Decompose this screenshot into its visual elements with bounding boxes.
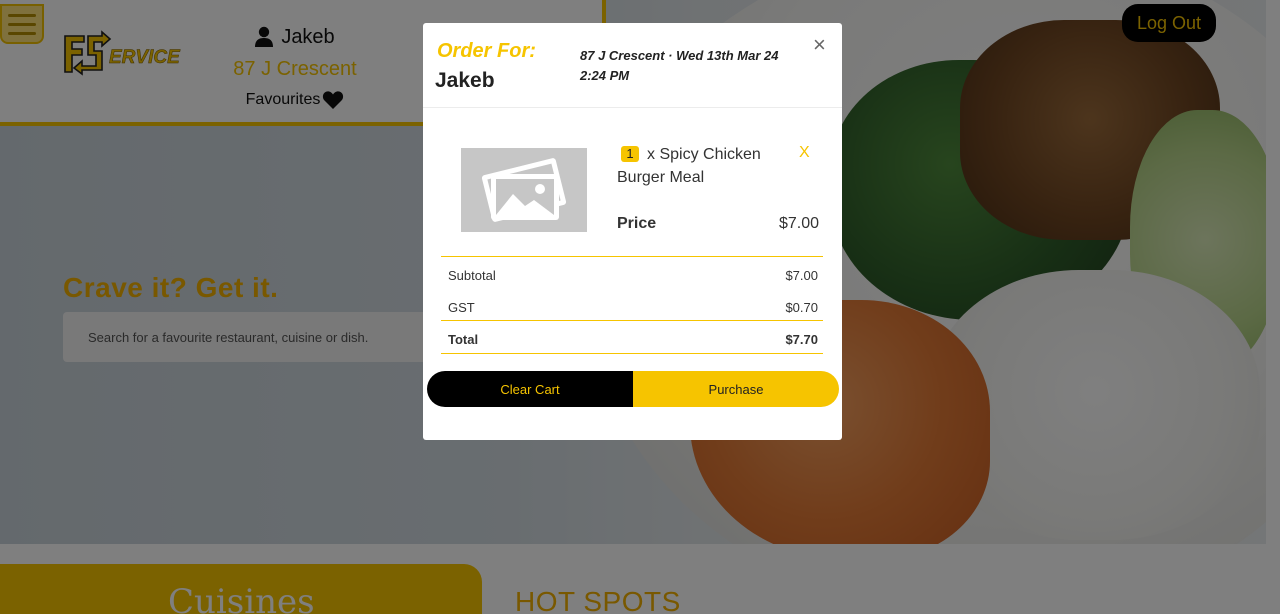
item-name-text: x Spicy Chicken Burger Meal: [617, 146, 761, 186]
modal-header: Order For: Jakeb 87 J Crescent · Wed 13t…: [423, 23, 842, 108]
order-for-label: Order For:: [437, 40, 536, 62]
close-icon[interactable]: ×: [813, 34, 826, 56]
gst-label: GST: [448, 300, 475, 315]
subtotal-value: $7.00: [785, 268, 818, 283]
price-label: Price: [617, 215, 657, 232]
item-name: x Spicy Chicken Burger Meal: [617, 143, 777, 189]
summary-divider: [441, 256, 823, 257]
gst-value: $0.70: [785, 300, 818, 315]
total-row: Total $7.70: [448, 332, 818, 347]
order-address-date: 87 J Crescent · Wed 13th Mar 24: [580, 48, 779, 63]
summary-divider: [441, 353, 823, 354]
summary-divider: [441, 320, 823, 321]
item-image-placeholder: [461, 148, 587, 232]
order-details: 87 J Crescent · Wed 13th Mar 24 2:24 PM: [580, 46, 795, 86]
subtotal-row: Subtotal $7.00: [448, 268, 818, 283]
gst-row: GST $0.70: [448, 300, 818, 315]
total-value: $7.70: [785, 332, 818, 347]
total-label: Total: [448, 332, 479, 347]
item-price: $7.00: [779, 215, 820, 232]
purchase-button[interactable]: Purchase: [633, 371, 839, 407]
subtotal-label: Subtotal: [448, 268, 496, 283]
order-time: 2:24 PM: [580, 68, 630, 83]
remove-item-button[interactable]: X: [799, 144, 810, 162]
order-name: Jakeb: [435, 69, 495, 92]
image-placeholder-icon: [481, 158, 567, 222]
cart-modal: Order For: Jakeb 87 J Crescent · Wed 13t…: [423, 23, 842, 440]
clear-cart-button[interactable]: Clear Cart: [427, 371, 633, 407]
